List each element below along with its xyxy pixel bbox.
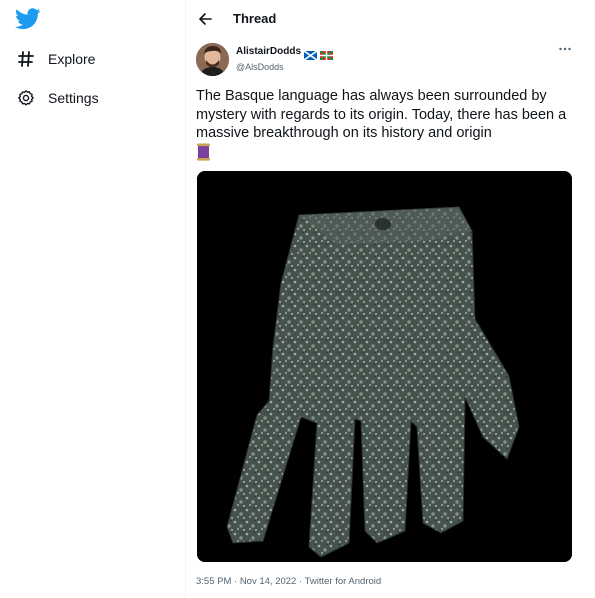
back-button[interactable] xyxy=(195,9,215,29)
page-title: Thread xyxy=(233,11,277,26)
author-handle[interactable]: @AlsDodds xyxy=(236,62,284,72)
bronze-hand-artifact-image xyxy=(197,171,572,562)
avatar[interactable] xyxy=(196,43,229,76)
scotland-flag-icon xyxy=(303,47,318,61)
tweet-photo[interactable] xyxy=(197,171,572,562)
scroll-emoji-icon xyxy=(196,143,211,167)
twitter-logo-icon[interactable] xyxy=(15,8,41,30)
sidebar-item-settings[interactable]: Settings xyxy=(16,83,99,113)
hashtag-icon xyxy=(16,49,36,69)
sidebar-item-label: Explore xyxy=(48,51,96,67)
thread-column: Thread AlistairDodds @AlsDodds The Basqu… xyxy=(186,0,595,598)
gear-icon xyxy=(16,88,36,108)
tweet-text: The Basque language has always been surr… xyxy=(196,87,581,166)
sidebar: Explore Settings xyxy=(0,0,185,598)
thread-header: Thread xyxy=(186,0,595,38)
basque-flag-icon xyxy=(319,47,334,61)
arrow-left-icon xyxy=(199,13,212,25)
tweet-text-body: The Basque language has always been surr… xyxy=(196,88,567,141)
author-name[interactable]: AlistairDodds xyxy=(236,46,301,57)
sidebar-item-label: Settings xyxy=(48,90,99,106)
tweet-timestamp[interactable]: 3:55 PM · Nov 14, 2022 · Twitter for And… xyxy=(196,576,381,587)
sidebar-item-explore[interactable]: Explore xyxy=(16,44,95,74)
author-row: AlistairDodds xyxy=(236,46,334,61)
more-horizontal-icon xyxy=(559,47,571,51)
more-button[interactable] xyxy=(558,42,572,56)
